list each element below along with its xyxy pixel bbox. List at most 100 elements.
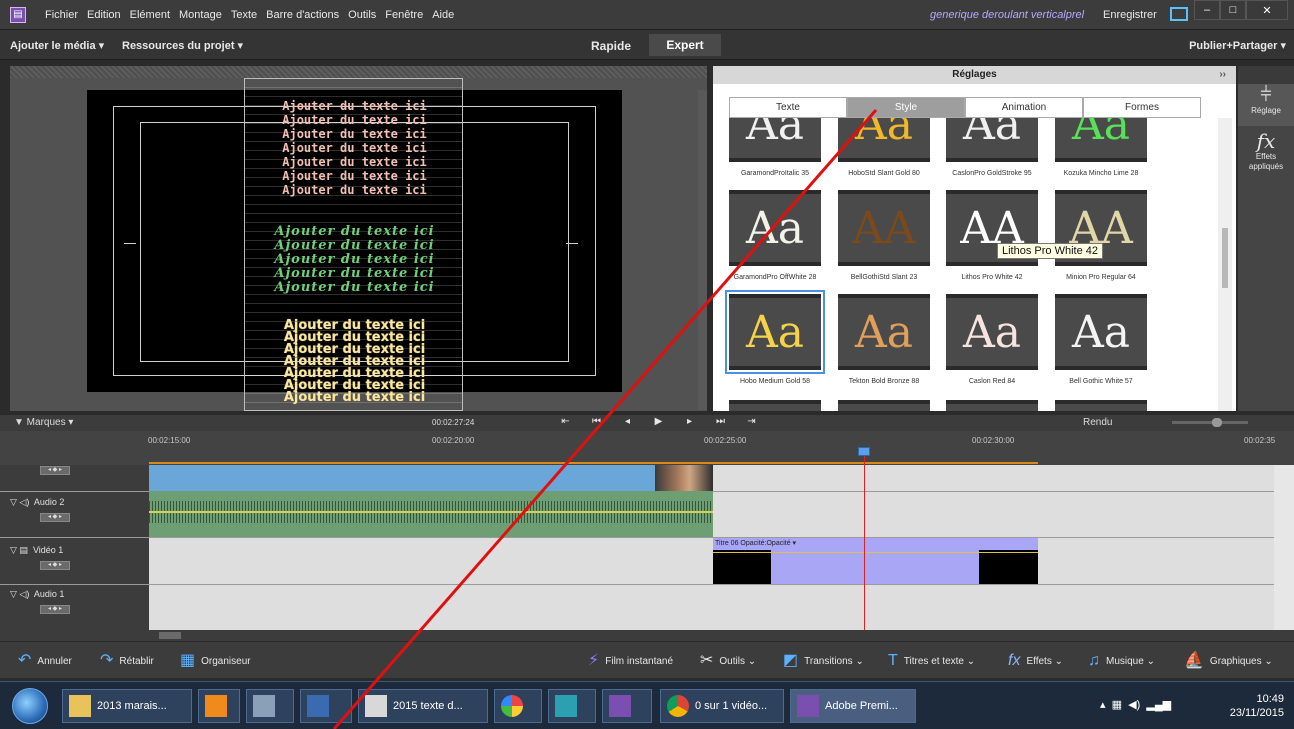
style-preset[interactable]: AA Minion Pro Regular 64 [1055, 190, 1147, 281]
title-line[interactable]: Ajouter du texte ici [245, 225, 464, 239]
system-tray[interactable]: ▴ ▦ ◀) ▂▄▆ [1100, 698, 1171, 711]
taskbar-media-player[interactable] [198, 689, 240, 723]
clock[interactable]: 10:49 23/11/2015 [1198, 692, 1284, 720]
taskbar-premiere-elements[interactable] [602, 689, 652, 723]
menu-texte[interactable]: Texte [231, 9, 257, 21]
title-text-box[interactable]: Ajouter du texte ici Ajouter du texte ic… [244, 78, 463, 411]
tab-formes[interactable]: Formes [1083, 97, 1201, 118]
taskbar-folder[interactable]: 2013 marais... [62, 689, 192, 723]
instant-movie-button[interactable]: ⚡ Film instantané [588, 653, 673, 669]
graphics-button[interactable]: ⛵ Graphiques ⌄ [1184, 653, 1273, 669]
collapse-panel-icon[interactable]: ›› [1219, 66, 1226, 84]
organizer-button[interactable]: ▦ Organiseur [180, 653, 251, 669]
style-preset[interactable]: Aa GaramondProItalic 35 [729, 118, 821, 177]
expert-mode-tab[interactable]: Expert [649, 34, 721, 56]
transitions-button[interactable]: ◩ Transitions ⌄ [783, 653, 864, 669]
minimize-icon[interactable]: – [1194, 0, 1220, 20]
style-preset[interactable]: Aa Kozuka Mincho Lime 28 [1055, 118, 1147, 177]
undo-button[interactable]: ↶ Annuler [18, 653, 72, 669]
menu-montage[interactable]: Montage [179, 9, 222, 21]
style-preset[interactable]: AA Lithos Pro White 42 [946, 190, 1038, 281]
timeline-horizontal-scrollbar[interactable] [0, 630, 1294, 641]
title-clip[interactable]: Titre 06 Opacité:Opacité ▾ [713, 538, 1038, 584]
taskbar-calculator[interactable] [246, 689, 294, 723]
monitor-splitter[interactable] [698, 90, 707, 410]
save-button[interactable]: Enregistrer [1103, 9, 1157, 21]
effects-button[interactable]: fx Effets ⌄ [1008, 653, 1063, 669]
menu-aide[interactable]: Aide [432, 9, 454, 21]
keyframe-controls[interactable]: ◂ ◆ ▸ [40, 561, 70, 570]
style-thumbnail[interactable]: Aa [946, 118, 1038, 162]
go-end-icon[interactable]: ⇥ [736, 416, 767, 427]
taskbar-book[interactable] [300, 689, 352, 723]
style-thumbnail[interactable]: AA [838, 190, 930, 266]
style-thumbnail[interactable]: Aa [838, 118, 930, 162]
style-preset[interactable]: AA BellGothiStd Slant 23 [838, 190, 930, 281]
keyframe-controls[interactable]: ◂ ◆ ▸ [40, 605, 70, 614]
style-preset[interactable]: Aa HoboStd Slant Gold 80 [838, 118, 930, 177]
reglage-button[interactable]: ⫩ Réglage [1238, 84, 1294, 126]
title-line[interactable]: Ajouter du texte ici [245, 99, 464, 113]
opacity-line[interactable] [713, 552, 1038, 553]
taskbar-chrome[interactable]: 0 sur 1 vidéo... [660, 689, 784, 723]
style-thumbnail[interactable]: Aa [946, 294, 1038, 370]
style-preset[interactable]: Aa Caslon Red 84 [946, 294, 1038, 385]
taskbar-picasa[interactable] [494, 689, 542, 723]
keyframe-controls[interactable]: ◂ ◆ ▸ [40, 466, 70, 475]
play-icon[interactable]: ▶ [643, 416, 674, 427]
project-resources-button[interactable]: Ressources du projet ▾ [122, 39, 243, 52]
menu-outils[interactable]: Outils [348, 9, 376, 21]
video-clip[interactable] [149, 465, 713, 491]
style-thumbnail[interactable] [1055, 400, 1147, 411]
title-line[interactable]: Ajouter du texte ici [245, 253, 464, 267]
zoom-slider-knob[interactable] [1212, 418, 1222, 427]
redo-button[interactable]: ↷ Rétablir [100, 653, 154, 669]
title-line[interactable]: Ajouter du texte ici [245, 169, 464, 183]
menu-barre-actions[interactable]: Barre d'actions [266, 9, 339, 21]
next-edit-icon[interactable]: ⏭ [705, 416, 736, 427]
tab-animation[interactable]: Animation [965, 97, 1083, 118]
scroll-thumb[interactable] [1222, 228, 1228, 288]
maximize-icon[interactable]: □ [1220, 0, 1246, 20]
style-thumbnail[interactable]: Aa [729, 118, 821, 162]
titles-button[interactable]: T Titres et texte ⌄ [888, 653, 975, 669]
tools-button[interactable]: ✂ Outils ⌄ [700, 653, 756, 669]
zoom-slider-track[interactable] [1172, 421, 1248, 424]
style-preset[interactable]: Aa Bell Gothic White 57 [1055, 294, 1147, 385]
keyframe-controls[interactable]: ◂ ◆ ▸ [40, 513, 70, 522]
start-button[interactable] [12, 688, 48, 724]
prev-edit-icon[interactable]: ⏮ [581, 416, 612, 427]
style-thumbnail[interactable] [946, 400, 1038, 411]
go-start-icon[interactable]: ⇤ [550, 416, 581, 427]
taskbar-document[interactable]: 2015 texte d... [358, 689, 488, 723]
render-button[interactable]: Rendu [1083, 417, 1112, 428]
taskbar-adobe-premiere[interactable]: Adobe Premi... [790, 689, 916, 723]
app-icon[interactable]: ▤ [10, 6, 26, 23]
title-line[interactable]: Ajouter du texte ici [245, 141, 464, 155]
timeline-vertical-scrollbar[interactable] [1274, 465, 1294, 630]
taskbar-photo-editor[interactable] [548, 689, 596, 723]
title-line[interactable]: Ajouter du texte ici [245, 127, 464, 141]
markers-menu[interactable]: ▼ Marques ▾ [14, 417, 73, 428]
menu-edition[interactable]: Edition [87, 9, 121, 21]
publish-share-button[interactable]: Publier+Partager ▾ [1189, 39, 1286, 52]
tab-texte[interactable]: Texte [729, 97, 847, 118]
style-preset[interactable]: Aa GaramondPro OffWhite 28 [729, 190, 821, 281]
menu-fichier[interactable]: Fichier [45, 9, 78, 21]
title-line[interactable]: Ajouter du texte ici [245, 281, 464, 295]
settings-scrollbar[interactable] [1218, 118, 1232, 411]
step-forward-icon[interactable]: ▸ [674, 416, 705, 427]
add-media-button[interactable]: Ajouter le média ▾ [10, 39, 104, 52]
applied-effects-button[interactable]: fx Effets appliqués [1238, 130, 1294, 180]
title-line[interactable]: Ajouter du texte ici [245, 239, 464, 253]
quick-mode-tab[interactable]: Rapide [591, 39, 631, 53]
audio-clip[interactable] [149, 491, 713, 537]
step-back-icon[interactable]: ◂ [612, 416, 643, 427]
style-thumbnail[interactable]: Aa [838, 294, 930, 370]
style-preset[interactable]: Aa CaslonPro GoldStroke 95 [946, 118, 1038, 177]
title-line[interactable]: Ajouter du texte ici [245, 113, 464, 127]
title-line[interactable]: Ajouter du texte ici [245, 155, 464, 169]
title-line[interactable]: Ajouter du texte ici [245, 391, 464, 405]
style-thumbnail[interactable]: Aa [1055, 294, 1147, 370]
style-preset[interactable]: Aa Tekton Bold Bronze 88 [838, 294, 930, 385]
